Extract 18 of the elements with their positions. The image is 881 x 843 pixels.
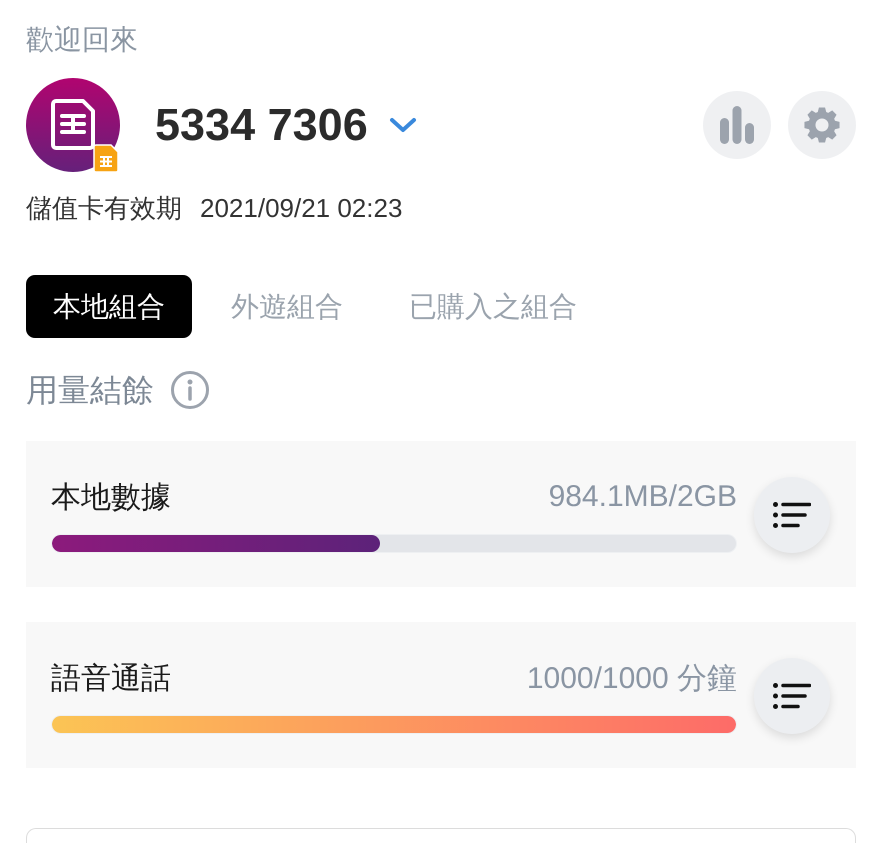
usage-reading: 1000/1000 分鐘 <box>526 660 737 696</box>
tab[interactable]: 本地組合 <box>26 275 192 338</box>
list-icon <box>773 502 811 528</box>
section-title: 用量結餘 <box>26 371 154 410</box>
usage-label: 語音通話 <box>51 660 171 696</box>
usage-label: 本地數據 <box>51 480 171 516</box>
bar-chart-icon <box>719 106 755 144</box>
usage-reading: 984.1MB/2GB <box>548 480 737 514</box>
settings-icon <box>803 106 841 144</box>
greeting-text: 歡迎回來 <box>26 23 138 57</box>
phone-number-selector[interactable]: 5334 7306 <box>155 99 417 151</box>
chevron-down-icon <box>388 117 417 133</box>
expiry-date: 2021/09/21 02:23 <box>200 192 402 224</box>
sim-card-avatar-icon <box>26 78 120 172</box>
info-icon[interactable] <box>170 370 210 410</box>
list-icon <box>773 683 811 709</box>
sim-card-badge-icon <box>93 144 119 173</box>
expiry-label: 儲值卡有效期 <box>26 192 182 224</box>
